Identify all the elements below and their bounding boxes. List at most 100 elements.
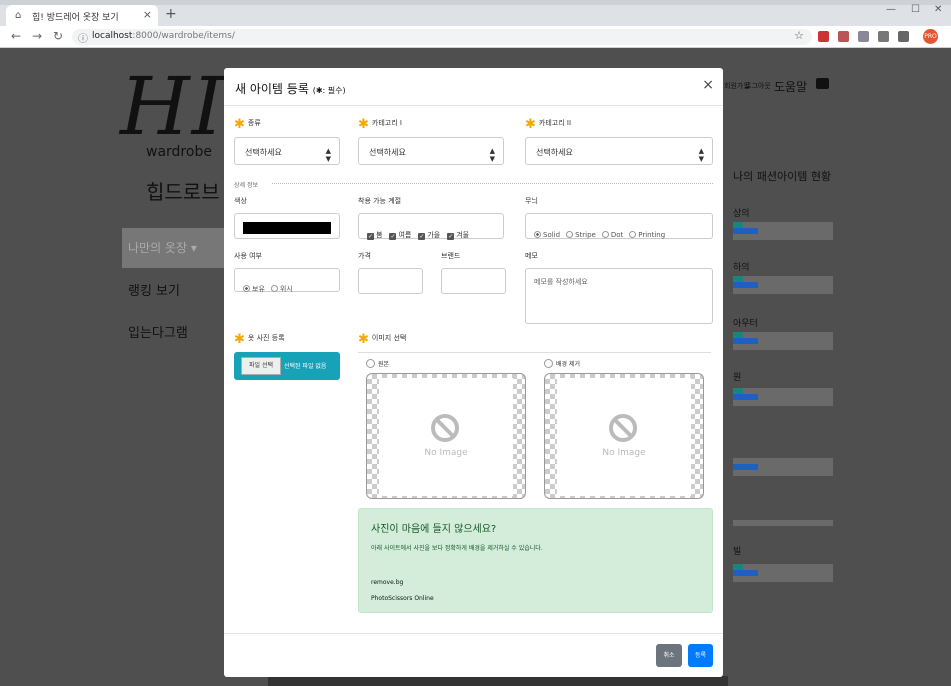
bookmark-star-icon[interactable]: ☆ [794,29,804,42]
season-checkbox-fall[interactable]: ✓ 가을 [418,230,440,240]
new-item-modal: 새 아이템 등록 (✱: 필수) × ✱ 종류 ✱ 카테고리 I ✱ 카테고리 II … [224,68,723,677]
window-close-icon[interactable]: ✕ [934,4,942,15]
stats-bar [733,564,833,582]
modal-close-button[interactable]: × [702,77,714,93]
radio-icon [366,359,375,368]
pattern-radio-printing[interactable]: Printing [629,231,665,239]
minimize-icon[interactable]: — [886,4,896,15]
modal-footer-divider [224,633,723,634]
extension-icon[interactable] [838,31,849,42]
photoscissors-link[interactable]: PhotoScissors Online [371,595,434,602]
photo-upload-button[interactable]: 파일 선택 선택된 파일 없음 [234,352,340,380]
sidebar-item-ranking[interactable]: 랭킹 보기 [128,280,180,299]
owner-radio-own[interactable]: 보유 [243,284,265,294]
original-image-preview[interactable]: No Image [366,373,526,499]
sidebar-item-gram[interactable]: 입는다그램 [128,322,188,341]
photo-label: ✱ 옷 사진 등록 [234,332,285,347]
kind-label: ✱ 종류 [234,117,261,132]
forward-icon[interactable]: → [32,29,42,43]
bg-removal-tip: 사진이 마음에 들지 않으세요? 아래 사이트에서 사진을 보다 정확하게 배경… [358,508,713,613]
extension-icon[interactable] [858,31,869,42]
memo-textarea[interactable]: 메모를 작성하세요 [525,268,713,324]
required-asterisk-icon: ✱ [234,332,245,347]
logout-link[interactable]: 로그아웃 [745,81,771,91]
reload-icon[interactable]: ↻ [53,29,63,43]
pattern-radios: Solid Stripe Dot Printing [525,213,713,239]
stats-label: 아우터 [733,319,758,329]
season-checkbox-summer[interactable]: ✓ 여름 [389,230,411,240]
no-image-icon [431,414,459,442]
no-image-text: No Image [602,448,646,458]
url-host: localhost [92,31,133,41]
select-caret-icon: ▲ ▼ [325,147,331,163]
brand-label: 브랜드 [441,252,461,260]
tab-close-icon[interactable]: × [143,8,152,21]
required-note: (✱: 필수) [312,86,346,95]
modal-title: 새 아이템 등록 (✱: 필수) [235,80,346,97]
category1-select[interactable]: 선택하세요 ▲ ▼ [358,137,504,165]
stats-title: 나의 패션아이템 현황 [733,170,832,183]
stats-bar [733,276,833,294]
color-picker[interactable] [234,213,340,239]
camera-extension-icon[interactable] [878,31,889,42]
required-asterisk-icon: ✱ [358,117,369,132]
stats-bar [733,332,833,350]
tab-title: 힙! 방드레어 옷장 보기 [32,13,119,23]
removebg-link[interactable]: remove.bg [371,579,403,586]
no-image-text: No Image [424,448,468,458]
tip-body: 아래 사이트에서 사진을 보다 정확하게 배경을 제거하실 수 있습니다. [371,545,543,552]
url-path: :8000/wardrobe/items/ [132,31,235,41]
browser-tabbar: ⌂ 힙! 방드레어 옷장 보기 × + — ☐ ✕ [0,0,951,26]
tip-title: 사진이 마음에 들지 않으세요? [371,524,497,535]
bg-removed-image-preview[interactable]: No Image [544,373,704,499]
chat-icon[interactable] [816,78,829,89]
page-bottom-strip [268,676,728,686]
color-label: 색상 [234,197,247,205]
season-checkboxes: ✓ 봄 ✓ 여름 ✓ 가을 ✓ 겨울 [358,213,504,240]
pdf-extension-icon[interactable] [818,31,829,42]
modal-title-text: 새 아이템 등록 [235,82,309,96]
season-checkbox-winter[interactable]: ✓ 겨울 [447,230,469,240]
stats-label: 상의 [733,209,750,219]
file-pick-button[interactable]: 파일 선택 [241,357,281,375]
section-divider [272,183,713,184]
help-link[interactable]: 도움말 [774,78,807,95]
price-input[interactable] [358,268,423,294]
back-icon[interactable]: ← [11,29,21,43]
pattern-radio-solid[interactable]: Solid [534,231,560,239]
price-label: 가격 [358,252,371,260]
kind-select[interactable]: 선택하세요 ▲ ▼ [234,137,340,165]
color-swatch [243,222,331,234]
file-status: 선택된 파일 없음 [284,363,327,370]
address-bar-row: ← → ↻ ⓘ localhost:8000/wardrobe/items/ ☆… [0,26,951,48]
select-caret-icon: ▲ ▼ [489,147,495,163]
pattern-label: 무늬 [525,197,538,205]
image-option-bg-removed[interactable]: 배경 제거 [544,359,580,368]
new-tab-icon[interactable]: + [165,6,177,22]
radio-icon [544,359,553,368]
stats-bar [733,222,833,240]
owner-radio-wish[interactable]: 위시 [270,284,293,294]
submit-button[interactable]: 등록 [688,644,713,667]
url-input[interactable]: ⓘ localhost:8000/wardrobe/items/ ☆ [72,29,812,45]
profile-avatar[interactable]: PRO [923,29,938,44]
browser-tab[interactable]: ⌂ 힙! 방드레어 옷장 보기 × [6,5,158,26]
extension-icon[interactable] [898,31,909,42]
pattern-radio-stripe[interactable]: Stripe [566,231,596,239]
logo-subtitle: wardrobe [146,144,212,160]
info-icon[interactable]: ⓘ [78,30,88,45]
category2-select[interactable]: 선택하세요 ▲ ▼ [525,137,713,165]
memo-label: 메모 [525,252,538,260]
stats-bar [733,388,833,406]
cancel-button[interactable]: 취소 [656,644,682,667]
pattern-radio-dot[interactable]: Dot [601,231,623,239]
image-option-original[interactable]: 원본 [366,359,389,368]
sidebar-item-closet[interactable]: 나만의 옷장 ▾ [122,228,224,268]
brand-input[interactable] [441,268,506,294]
maximize-icon[interactable]: ☐ [911,4,920,15]
preview-label: ✱ 이미지 선택 [358,332,407,347]
no-image-icon [609,414,637,442]
stats-label: 빌 [733,547,742,557]
hanger-icon: ⌂ [15,10,22,21]
season-checkbox-spring[interactable]: ✓ 봄 [367,230,382,240]
